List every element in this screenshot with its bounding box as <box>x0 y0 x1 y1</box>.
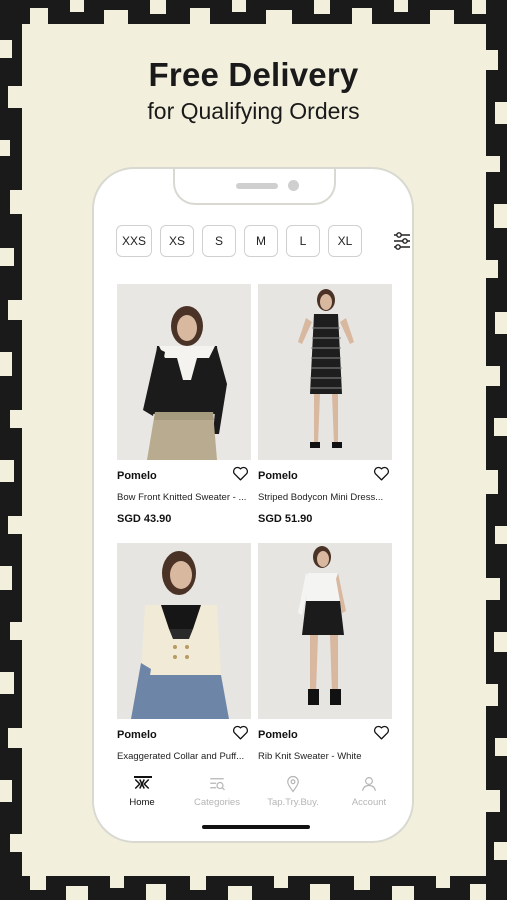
size-chip-xl[interactable]: XL <box>328 225 362 257</box>
nav-item-tap-try-buy[interactable]: Tap.Try.Buy. <box>258 775 328 808</box>
size-chip-s[interactable]: S <box>202 225 236 257</box>
nav-item-categories[interactable]: Categories <box>182 775 252 808</box>
nav-label-account: Account <box>351 797 387 808</box>
product-image[interactable] <box>258 543 392 719</box>
nav-label-tap-try-buy: Tap.Try.Buy. <box>267 797 319 808</box>
product-price: SGD 51.90 <box>258 513 313 525</box>
size-chip-xs[interactable]: XS <box>160 225 194 257</box>
heart-icon[interactable] <box>232 465 249 482</box>
nav-label-home: Home <box>129 797 155 808</box>
decorative-pattern-bottom <box>0 876 507 900</box>
decorative-pattern-right <box>486 0 507 900</box>
nav-label-categories: Categories <box>194 797 240 808</box>
heart-icon[interactable] <box>232 724 249 741</box>
product-card[interactable]: Pomelo Exaggerated Collar and Puff... <box>117 543 251 773</box>
product-name: Exaggerated Collar and Puff... <box>117 751 245 762</box>
phone-frame: XXS XS S M L XL Pomelo Bow Front Knitted… <box>92 167 414 843</box>
location-pin-icon <box>287 775 299 793</box>
decorative-pattern-top <box>0 0 507 24</box>
product-name: Striped Bodycon Mini Dress... <box>258 492 384 503</box>
product-brand: Pomelo <box>258 470 298 482</box>
active-tab-indicator <box>134 776 152 778</box>
product-brand: Pomelo <box>117 470 157 482</box>
product-brand: Pomelo <box>258 729 298 741</box>
sliders-icon[interactable] <box>392 231 412 251</box>
product-image[interactable] <box>258 284 392 460</box>
nav-item-account[interactable]: Account <box>334 775 404 808</box>
product-card[interactable]: Pomelo Bow Front Knitted Sweater - ... S… <box>117 284 251 534</box>
product-price: SGD 43.90 <box>117 513 172 525</box>
product-name: Bow Front Knitted Sweater - ... <box>117 492 247 503</box>
decorative-pattern-left <box>0 0 22 900</box>
phone-camera <box>288 180 299 191</box>
promo-title: Free Delivery <box>148 56 359 93</box>
nav-item-home[interactable]: Home <box>107 775 177 808</box>
product-image[interactable] <box>117 284 251 460</box>
size-filter-bar: XXS XS S M L XL <box>116 225 410 261</box>
bottom-navigation: Home Categories Tap.Try.Buy. Account <box>94 769 412 819</box>
product-name: Rib Knit Sweater - White <box>258 751 362 762</box>
home-indicator <box>202 825 310 829</box>
categories-icon <box>210 778 225 791</box>
product-brand: Pomelo <box>117 729 157 741</box>
product-image[interactable] <box>117 543 251 719</box>
account-icon <box>362 777 376 791</box>
product-card[interactable]: Pomelo Rib Knit Sweater - White <box>258 543 392 773</box>
heart-icon[interactable] <box>373 465 390 482</box>
size-chip-l[interactable]: L <box>286 225 320 257</box>
promo-subtitle: for Qualifying Orders <box>147 98 360 124</box>
product-card[interactable]: Pomelo Striped Bodycon Mini Dress... SGD… <box>258 284 392 534</box>
size-chip-xxs[interactable]: XXS <box>116 225 152 257</box>
size-chip-m[interactable]: M <box>244 225 278 257</box>
heart-icon[interactable] <box>373 724 390 741</box>
phone-speaker <box>236 183 278 189</box>
